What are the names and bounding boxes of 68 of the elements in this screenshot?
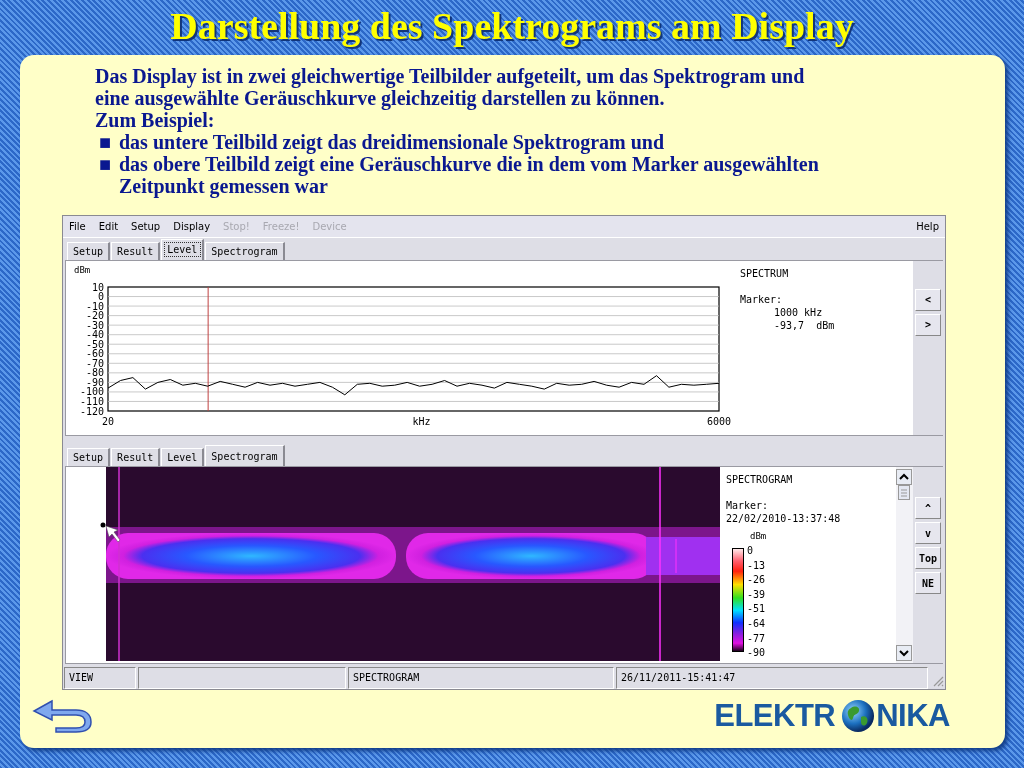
axis-tick-label: -90 (85, 376, 104, 388)
axis-tick-label: -20 (85, 309, 104, 321)
scale-label: -13 (747, 558, 766, 573)
info-label: Marker: (726, 499, 770, 512)
scale-label: -90 (747, 646, 766, 661)
axis-tick-label: -70 (85, 357, 104, 369)
scale-unit: dBm (750, 531, 768, 541)
tab[interactable]: Spectrogram (205, 445, 285, 466)
side-button[interactable]: < (915, 288, 941, 311)
side-button[interactable]: v (915, 522, 941, 544)
axis-tick-label: -30 (85, 319, 104, 331)
scale-label: -51 (747, 602, 766, 617)
axis-tick-label: -120 (79, 405, 104, 417)
bullet-text: ■ das untere Teilbild zeigt das dreidimensionale Spektrogram und (98, 131, 666, 153)
status-view: SPECTROGRAM (348, 667, 614, 689)
menu-item[interactable]: File (67, 219, 88, 233)
status-timestamp: 26/11/2011-15:41:47 (616, 667, 928, 689)
axis-tick-label: 10 (91, 281, 104, 293)
example-heading: Zum Beispiel: (95, 109, 215, 131)
globe-icon (841, 699, 876, 733)
side-button[interactable]: ^ (915, 497, 941, 519)
axis-title: dBm (74, 264, 91, 275)
info-value: 22/02/2010-13:37:48 (726, 512, 842, 525)
logo-text: NIKA (876, 698, 950, 734)
scale-label: -26 (747, 573, 766, 588)
scale-label: -39 (747, 587, 766, 602)
back-arrow-icon[interactable] (30, 698, 94, 734)
axis-tick-label: 20 (102, 415, 114, 427)
tab[interactable]: Level (161, 238, 205, 260)
scale-label: -64 (747, 617, 766, 631)
scroll-thumb[interactable] (896, 485, 912, 501)
axis-tick-label: 6000 (706, 415, 732, 427)
scale-label: 0 (747, 544, 755, 558)
info-title: SPECTRUM (740, 266, 790, 280)
tab[interactable]: Spectrogram (205, 241, 285, 260)
logo-text: ELEKTR (714, 698, 836, 734)
scroll-up-icon[interactable] (896, 469, 912, 485)
tab[interactable]: Result (111, 241, 161, 260)
axis-tick-label: -110 (79, 395, 104, 407)
axis-title: kHz (412, 415, 431, 427)
side-button[interactable]: > (915, 313, 941, 336)
slide-title: Darstellung des Spektrograms am Display (169, 4, 855, 49)
tab[interactable]: Setup (67, 448, 111, 466)
axis-tick-label: -50 (85, 338, 104, 350)
bullet-text: ■ das obere Teilbild zeigt eine Geräuschkurve die in dem vom Marker ausgewählten Zeitpunkt gemessen war (98, 153, 820, 197)
axis-tick-label: 0 (97, 290, 104, 302)
tab[interactable]: Result (111, 448, 161, 466)
info-value: -93,7 dBm (774, 318, 836, 332)
axis-tick-label: -100 (79, 386, 104, 398)
info-value: 1000 kHz (774, 305, 824, 319)
side-button[interactable]: NE (915, 572, 941, 594)
tab[interactable]: Level (161, 448, 205, 466)
menu-item[interactable]: Help (914, 219, 941, 233)
axis-tick-label: -80 (85, 367, 104, 378)
axis-tick-label: -40 (85, 328, 104, 340)
intro-text: Das Display ist in zwei gleichwertige Teilbilder aufgeteilt, um das Spektrogram und eine ausgewählte Geräuschkurve gleichzeitig darstellen zu können. (95, 65, 806, 109)
info-title: SPECTROGRAM (726, 473, 794, 486)
axis-tick-label: -60 (85, 347, 104, 359)
scroll-down-icon[interactable] (896, 645, 912, 661)
menu-item[interactable]: Display (171, 219, 213, 233)
axis-tick-label: -10 (85, 300, 104, 312)
side-button[interactable]: Top (915, 547, 941, 569)
menu-item[interactable]: Setup (129, 219, 163, 233)
scale-label: -77 (747, 631, 766, 646)
status-mode: VIEW (64, 667, 136, 689)
menu-item[interactable]: Edit (96, 219, 121, 233)
info-label: Marker: (740, 292, 784, 306)
tab[interactable]: Setup (67, 241, 111, 260)
